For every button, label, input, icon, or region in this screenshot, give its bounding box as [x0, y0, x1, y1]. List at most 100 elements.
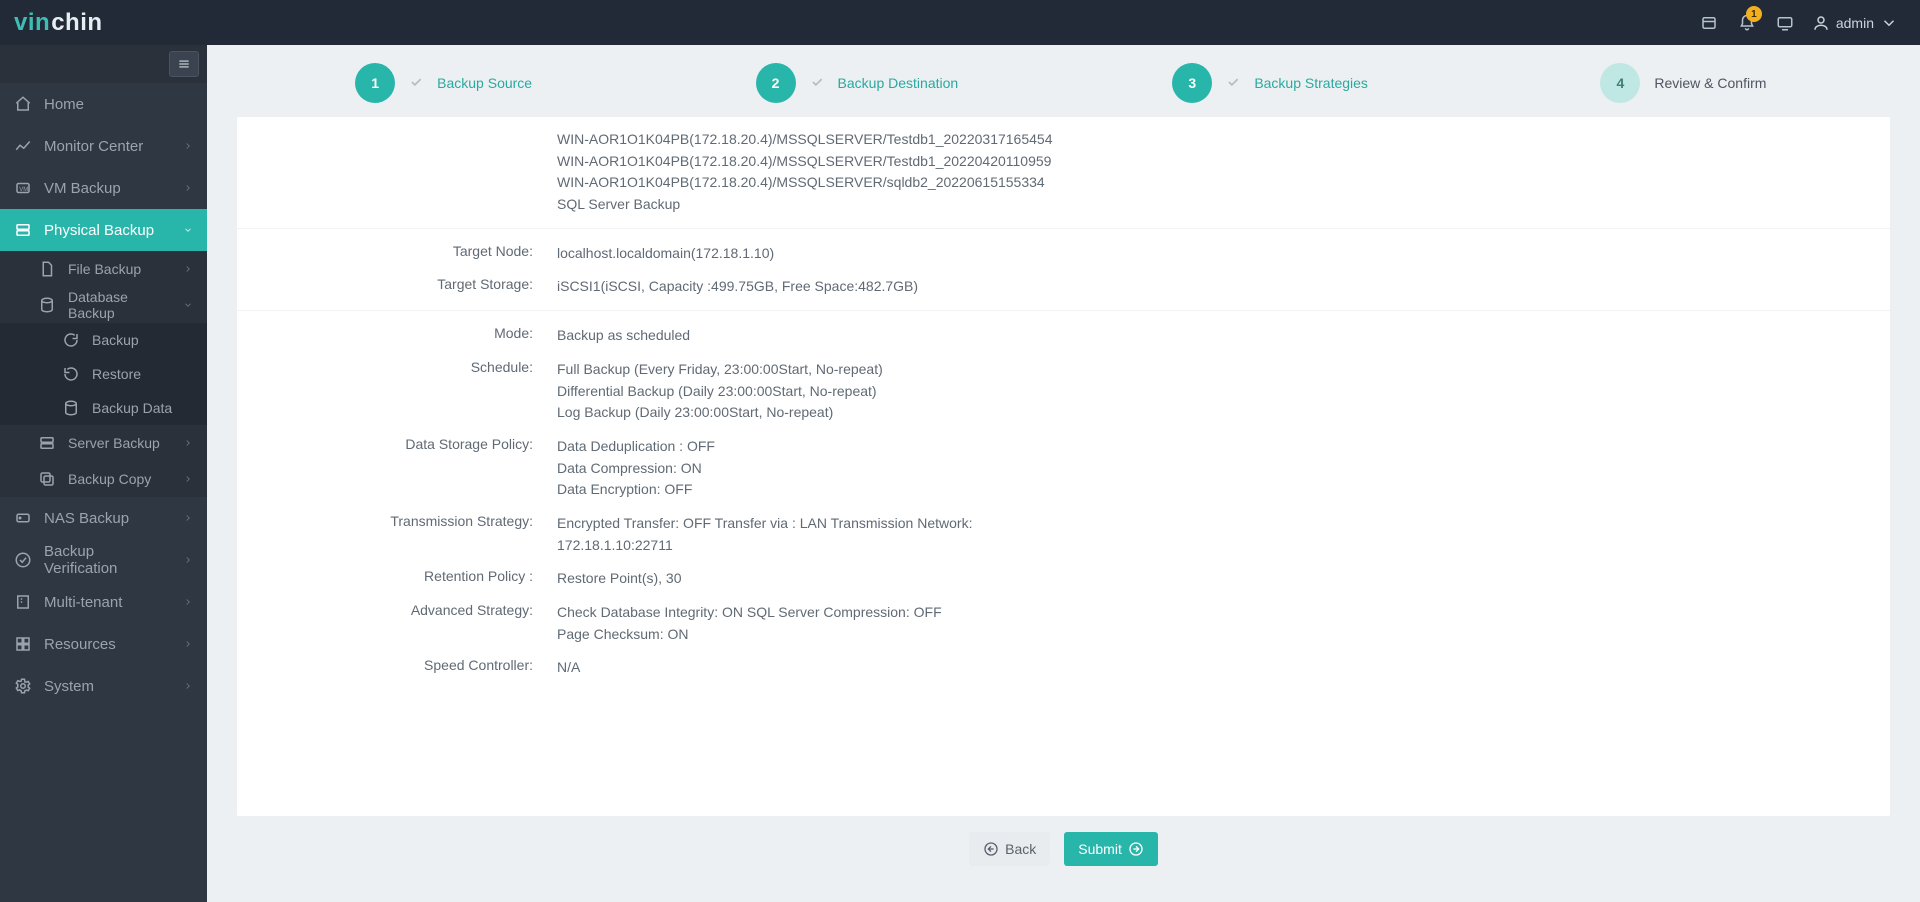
nav-label: Multi-tenant — [44, 594, 122, 611]
dsp-value: Data Deduplication : OFF Data Compressio… — [557, 436, 1890, 501]
nav-backup-copy[interactable]: Backup Copy — [0, 461, 207, 497]
nav-server-backup[interactable]: Server Backup — [0, 425, 207, 461]
database-icon — [38, 296, 56, 314]
source-line: WIN-AOR1O1K04PB(172.18.20.4)/MSSQLSERVER… — [557, 129, 1866, 151]
schedule-line: Full Backup (Every Friday, 23:00:00Start… — [557, 359, 1866, 381]
trans-label: Transmission Strategy: — [237, 513, 557, 556]
refresh-icon — [62, 331, 80, 349]
check-icon — [810, 75, 824, 92]
chevron-right-icon — [183, 552, 193, 569]
review-panel: WIN-AOR1O1K04PB(172.18.20.4)/MSSQLSERVER… — [237, 117, 1890, 816]
speed-label: Speed Controller: — [237, 657, 557, 679]
nav-label: System — [44, 678, 94, 695]
retention-value: Restore Point(s), 30 — [557, 568, 1890, 590]
dsp-line: Data Compression: ON — [557, 458, 1866, 480]
trans-line: 172.18.1.10:22711 — [557, 535, 1866, 557]
chevron-right-icon — [183, 435, 193, 451]
dsp-line: Data Deduplication : OFF — [557, 436, 1866, 458]
nav-label: Database Backup — [68, 289, 171, 321]
back-button-label: Back — [1005, 841, 1036, 857]
nav-label: Resources — [44, 636, 116, 653]
mode-value: Backup as scheduled — [557, 325, 1890, 347]
nav-db-restore[interactable]: Restore — [0, 357, 207, 391]
row-retention-policy: Retention Policy : Restore Point(s), 30 — [237, 562, 1890, 596]
nav-file-backup[interactable]: File Backup — [0, 251, 207, 287]
nav-resources[interactable]: Resources — [0, 623, 207, 665]
nav-label: Backup Verification — [44, 543, 171, 577]
check-icon — [409, 75, 423, 92]
step-label: Review & Confirm — [1654, 75, 1766, 91]
nav-backup-verification[interactable]: Backup Verification — [0, 539, 207, 581]
nav-label: Monitor Center — [44, 138, 143, 155]
home-icon — [14, 95, 32, 113]
nav-system[interactable]: System — [0, 665, 207, 707]
back-button[interactable]: Back — [969, 832, 1050, 866]
database-icon — [62, 399, 80, 417]
jobs-icon[interactable] — [1690, 0, 1728, 45]
retention-label: Retention Policy : — [237, 568, 557, 590]
check-icon — [1226, 75, 1240, 92]
file-icon — [38, 260, 56, 278]
step-number: 3 — [1172, 63, 1212, 103]
user-menu[interactable]: admin — [1804, 14, 1906, 32]
target-storage-value: iSCSI1(iSCSI, Capacity :499.75GB, Free S… — [557, 276, 1890, 298]
nav-home[interactable]: Home — [0, 83, 207, 125]
target-node-value: localhost.localdomain(172.18.1.10) — [557, 243, 1890, 265]
menu-icon — [177, 57, 191, 71]
step-number: 4 — [1600, 63, 1640, 103]
advanced-label: Advanced Strategy: — [237, 602, 557, 645]
sidebar: Home Monitor Center VM VM Backup Physica… — [0, 45, 207, 902]
step-label: Backup Source — [437, 75, 532, 91]
logo-part-a: vin — [14, 9, 50, 37]
row-speed-controller: Speed Controller: N/A — [237, 651, 1890, 685]
wizard-step-4[interactable]: 4 Review & Confirm — [1477, 63, 1890, 103]
source-value: WIN-AOR1O1K04PB(172.18.20.4)/MSSQLSERVER… — [557, 129, 1890, 216]
nav-db-backup-data[interactable]: Backup Data — [0, 391, 207, 425]
nav-monitor-center[interactable]: Monitor Center — [0, 125, 207, 167]
source-line: SQL Server Backup — [557, 194, 1866, 216]
gear-icon — [14, 677, 32, 695]
dsp-label: Data Storage Policy: — [237, 436, 557, 501]
main: 1 Backup Source 2 Backup Destination 3 B… — [207, 45, 1920, 902]
nav-label: Backup Data — [92, 400, 172, 416]
nav-vm-backup[interactable]: VM VM Backup — [0, 167, 207, 209]
topbar: vin chin 1 admin — [0, 0, 1920, 45]
step-label: Backup Destination — [838, 75, 959, 91]
notifications-icon[interactable]: 1 — [1728, 0, 1766, 45]
chevron-right-icon — [183, 261, 193, 277]
row-transmission-strategy: Transmission Strategy: Encrypted Transfe… — [237, 507, 1890, 562]
wizard-step-1[interactable]: 1 Backup Source — [237, 63, 650, 103]
nav-physical-backup[interactable]: Physical Backup — [0, 209, 207, 251]
nav-database-sub: Backup Restore Backup Data — [0, 323, 207, 425]
speed-value: N/A — [557, 657, 1890, 679]
monitor-icon — [14, 137, 32, 155]
nav-label: Backup Copy — [68, 471, 151, 487]
footer-buttons: Back Submit — [237, 816, 1890, 886]
arrow-left-icon — [983, 841, 999, 857]
nav-multi-tenant[interactable]: Multi-tenant — [0, 581, 207, 623]
logo: vin chin — [14, 9, 103, 37]
svg-text:VM: VM — [19, 187, 28, 193]
user-icon — [1812, 14, 1830, 32]
user-name: admin — [1836, 15, 1874, 31]
screen-icon[interactable] — [1766, 0, 1804, 45]
wizard-step-2[interactable]: 2 Backup Destination — [650, 63, 1063, 103]
nav-db-backup[interactable]: Backup — [0, 323, 207, 357]
schedule-value: Full Backup (Every Friday, 23:00:00Start… — [557, 359, 1890, 424]
nav-label: Physical Backup — [44, 222, 154, 239]
nav-nas-backup[interactable]: NAS Backup — [0, 497, 207, 539]
submit-button[interactable]: Submit — [1064, 832, 1158, 866]
advanced-value: Check Database Integrity: ON SQL Server … — [557, 602, 1890, 645]
restore-icon — [62, 365, 80, 383]
review-scroll[interactable]: WIN-AOR1O1K04PB(172.18.20.4)/MSSQLSERVER… — [237, 117, 1890, 816]
advanced-line: Page Checksum: ON — [557, 624, 1866, 646]
sidebar-toggle[interactable] — [169, 51, 199, 77]
wizard-step-3[interactable]: 3 Backup Strategies — [1064, 63, 1477, 103]
logo-part-b: chin — [51, 9, 102, 37]
nav-label: File Backup — [68, 261, 141, 277]
chevron-right-icon — [183, 678, 193, 695]
nav-database-backup[interactable]: Database Backup — [0, 287, 207, 323]
row-target-node: Target Node: localhost.localdomain(172.1… — [237, 228, 1890, 271]
row-schedule: Schedule: Full Backup (Every Friday, 23:… — [237, 353, 1890, 430]
dsp-line: Data Encryption: OFF — [557, 479, 1866, 501]
